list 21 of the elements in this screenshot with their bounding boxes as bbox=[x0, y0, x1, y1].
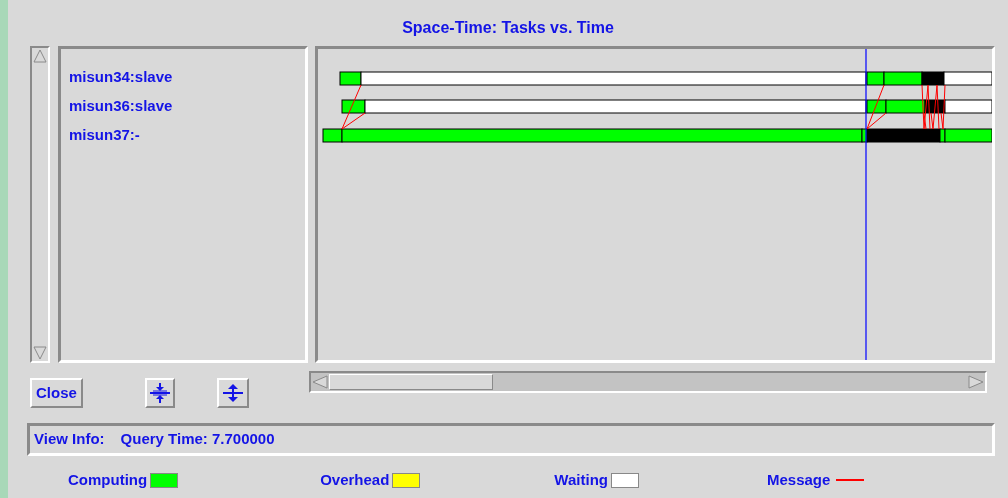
window-title: Space-Time: Tasks vs. Time bbox=[402, 18, 614, 38]
legend-label: Message bbox=[766, 469, 831, 490]
close-button[interactable]: Close bbox=[30, 378, 83, 408]
legend-label: Waiting bbox=[554, 469, 608, 490]
collapse-rows-button[interactable] bbox=[144, 378, 175, 408]
task-name: misun34:slave bbox=[69, 67, 174, 87]
query-time-text: Query Time: 7.700000 bbox=[120, 429, 275, 450]
scroll-left-icon[interactable] bbox=[310, 374, 329, 390]
legend-label: Computing bbox=[68, 469, 148, 490]
view-info-label: View Info: bbox=[34, 429, 105, 450]
expand-rows-button[interactable] bbox=[216, 378, 249, 408]
horizontal-scrollbar[interactable] bbox=[308, 371, 987, 393]
expand-icon bbox=[221, 382, 244, 404]
scroll-down-icon[interactable] bbox=[32, 345, 48, 361]
scroll-up-icon[interactable] bbox=[32, 48, 48, 64]
task-name: misun37:- bbox=[69, 125, 141, 145]
scroll-right-icon[interactable] bbox=[966, 374, 985, 390]
legend-label: Overhead bbox=[320, 469, 390, 490]
collapse-icon bbox=[148, 382, 171, 404]
vertical-scrollbar[interactable] bbox=[30, 46, 50, 363]
task-name: misun36:slave bbox=[69, 96, 174, 116]
